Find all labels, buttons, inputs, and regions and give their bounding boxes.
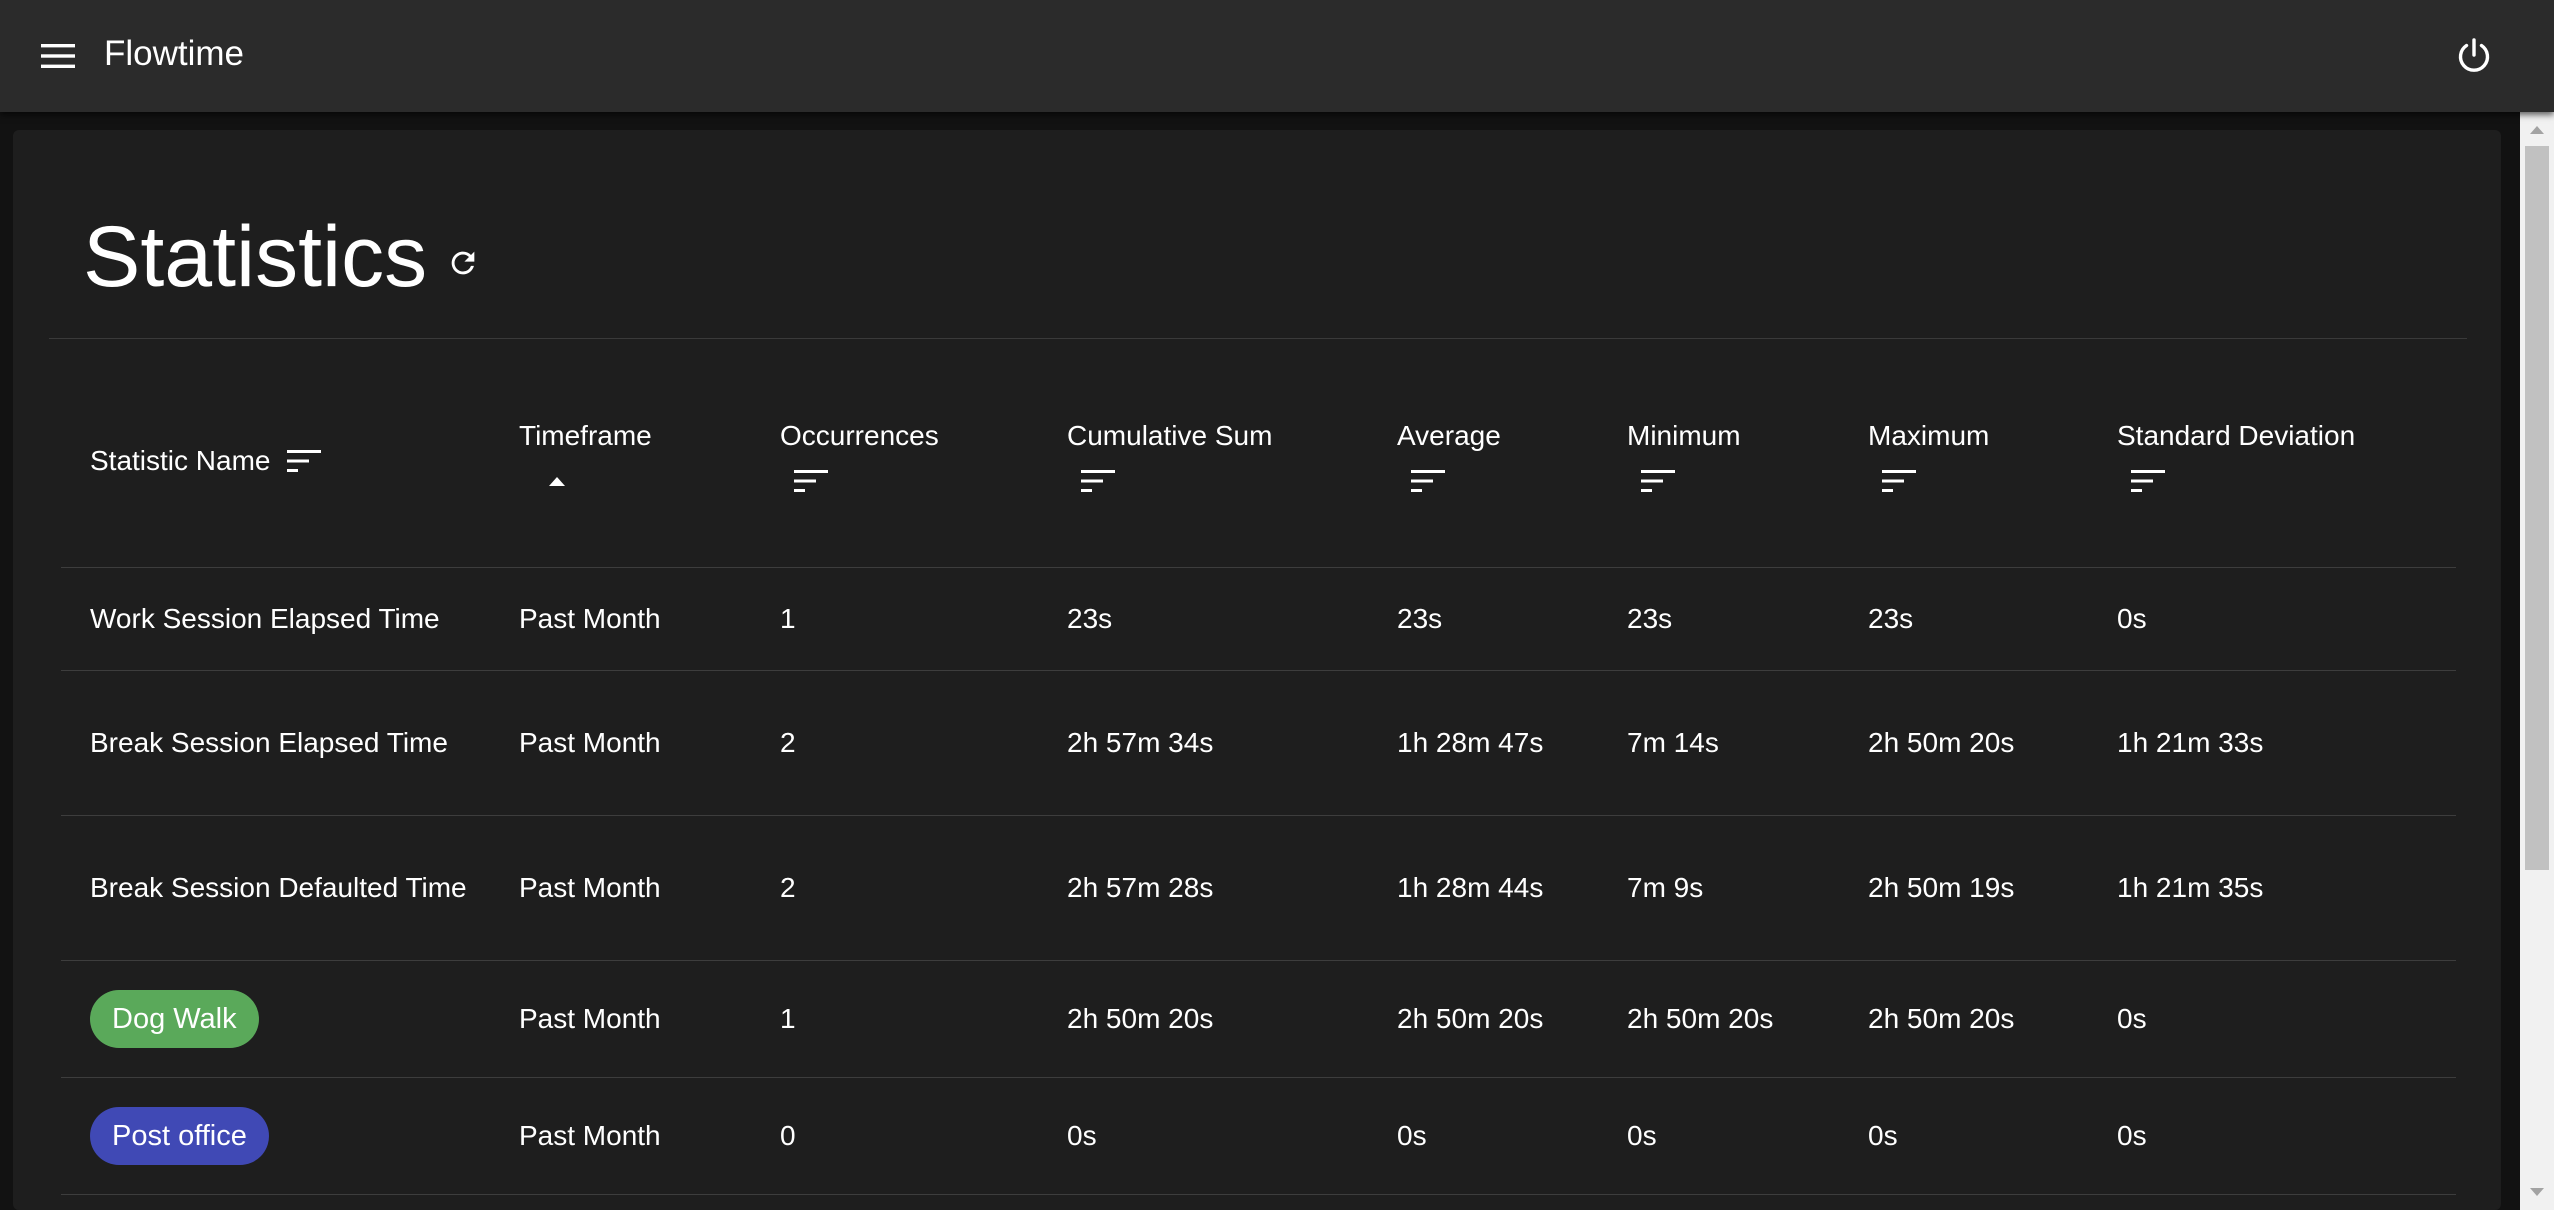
table-row: Break Session Elapsed Time Past Month 2 … — [61, 670, 2456, 816]
cell-minimum: 23s — [1598, 567, 1839, 671]
column-label: Average — [1397, 419, 1501, 451]
cell-cumulative-sum: 0s — [1038, 1077, 1368, 1195]
sort-lines-icon[interactable] — [2117, 468, 2456, 504]
vertical-scrollbar[interactable] — [2520, 112, 2554, 1210]
tag-chip-post-office[interactable]: Post office — [90, 1107, 269, 1165]
scroll-up-arrow-icon[interactable] — [2520, 120, 2554, 140]
column-label: Maximum — [1868, 419, 1990, 451]
cell-statistic-name: Break Session Defaulted Time — [61, 815, 490, 961]
cell-occurrences: 1 — [751, 960, 1038, 1078]
column-header-minimum: Minimum — [1598, 354, 1839, 568]
power-icon[interactable] — [2448, 30, 2500, 82]
cell-occurrences: 2 — [751, 670, 1038, 816]
column-label: Cumulative Sum — [1067, 419, 1273, 451]
heading-divider — [49, 338, 2467, 339]
cell-average: 0s — [1368, 1077, 1598, 1195]
column-label: Standard Deviation — [2117, 419, 2356, 451]
table-row: Break Session Defaulted Time Past Month … — [61, 815, 2456, 961]
sort-lines-icon[interactable] — [1868, 468, 2088, 504]
cell-timeframe: Past Month — [490, 960, 751, 1078]
column-header-timeframe: Timeframe — [490, 354, 751, 568]
cell-statistic-name: Work Session Elapsed Time — [61, 567, 490, 671]
cell-statistic-name: Dog Walk — [61, 960, 490, 1078]
tag-chip-dog-walk[interactable]: Dog Walk — [90, 990, 259, 1048]
sort-lines-icon[interactable] — [780, 468, 1038, 504]
cell-timeframe: Past Month — [490, 1077, 751, 1195]
table-row: Post office Past Month 0 0s 0s 0s 0s 0s — [61, 1077, 2456, 1195]
cell-maximum: 2h 50m 20s — [1839, 670, 2088, 816]
app-bar: Flowtime — [0, 0, 2554, 112]
refresh-icon[interactable] — [443, 243, 483, 283]
column-label: Minimum — [1627, 419, 1741, 451]
cell-cumulative-sum: 2h 50m 20s — [1038, 960, 1368, 1078]
sort-ascending-arrow-icon[interactable] — [519, 468, 751, 504]
sort-lines-icon[interactable] — [286, 443, 323, 479]
page-title: Statistics — [83, 209, 428, 305]
hamburger-menu-icon[interactable] — [34, 32, 82, 80]
column-header-standard-deviation: Standard Deviation — [2088, 354, 2456, 568]
statistics-table: Statistic Name Timeframe Occurrences Cum… — [61, 354, 2456, 1195]
table-row: Dog Walk Past Month 1 2h 50m 20s 2h 50m … — [61, 960, 2456, 1078]
sort-lines-icon[interactable] — [1397, 468, 1598, 504]
cell-occurrences: 1 — [751, 567, 1038, 671]
page-heading: Statistics — [83, 202, 483, 312]
cell-statistic-name: Post office — [61, 1077, 490, 1195]
cell-standard-deviation: 1h 21m 35s — [2088, 815, 2456, 961]
cell-minimum: 0s — [1598, 1077, 1839, 1195]
cell-minimum: 7m 9s — [1598, 815, 1839, 961]
cell-standard-deviation: 0s — [2088, 960, 2456, 1078]
cell-cumulative-sum: 23s — [1038, 567, 1368, 671]
cell-standard-deviation: 0s — [2088, 1077, 2456, 1195]
cell-statistic-name: Break Session Elapsed Time — [61, 670, 490, 816]
cell-average: 1h 28m 44s — [1368, 815, 1598, 961]
column-label: Timeframe — [519, 419, 652, 451]
sort-lines-icon[interactable] — [1627, 468, 1839, 504]
column-header-statistic-name: Statistic Name — [61, 354, 490, 568]
cell-maximum: 23s — [1839, 567, 2088, 671]
cell-minimum: 2h 50m 20s — [1598, 960, 1839, 1078]
column-header-average: Average — [1368, 354, 1598, 568]
column-label: Statistic Name — [90, 444, 271, 476]
cell-cumulative-sum: 2h 57m 34s — [1038, 670, 1368, 816]
scroll-down-arrow-icon[interactable] — [2520, 1182, 2554, 1202]
scrollbar-thumb[interactable] — [2525, 146, 2549, 870]
cell-cumulative-sum: 2h 57m 28s — [1038, 815, 1368, 961]
cell-average: 23s — [1368, 567, 1598, 671]
column-header-maximum: Maximum — [1839, 354, 2088, 568]
cell-occurrences: 0 — [751, 1077, 1038, 1195]
column-header-occurrences: Occurrences — [751, 354, 1038, 568]
cell-maximum: 0s — [1839, 1077, 2088, 1195]
column-header-cumulative-sum: Cumulative Sum — [1038, 354, 1368, 568]
cell-timeframe: Past Month — [490, 670, 751, 816]
cell-maximum: 2h 50m 19s — [1839, 815, 2088, 961]
cell-average: 2h 50m 20s — [1368, 960, 1598, 1078]
table-row: Work Session Elapsed Time Past Month 1 2… — [61, 567, 2456, 671]
cell-maximum: 2h 50m 20s — [1839, 960, 2088, 1078]
app-title: Flowtime — [104, 34, 245, 73]
sort-lines-icon[interactable] — [1067, 468, 1368, 504]
column-label: Occurrences — [780, 419, 939, 451]
cell-occurrences: 2 — [751, 815, 1038, 961]
cell-minimum: 7m 14s — [1598, 670, 1839, 816]
table-header-row: Statistic Name Timeframe Occurrences Cum… — [61, 354, 2456, 568]
cell-timeframe: Past Month — [490, 815, 751, 961]
cell-average: 1h 28m 47s — [1368, 670, 1598, 816]
cell-timeframe: Past Month — [490, 567, 751, 671]
cell-standard-deviation: 0s — [2088, 567, 2456, 671]
cell-standard-deviation: 1h 21m 33s — [2088, 670, 2456, 816]
